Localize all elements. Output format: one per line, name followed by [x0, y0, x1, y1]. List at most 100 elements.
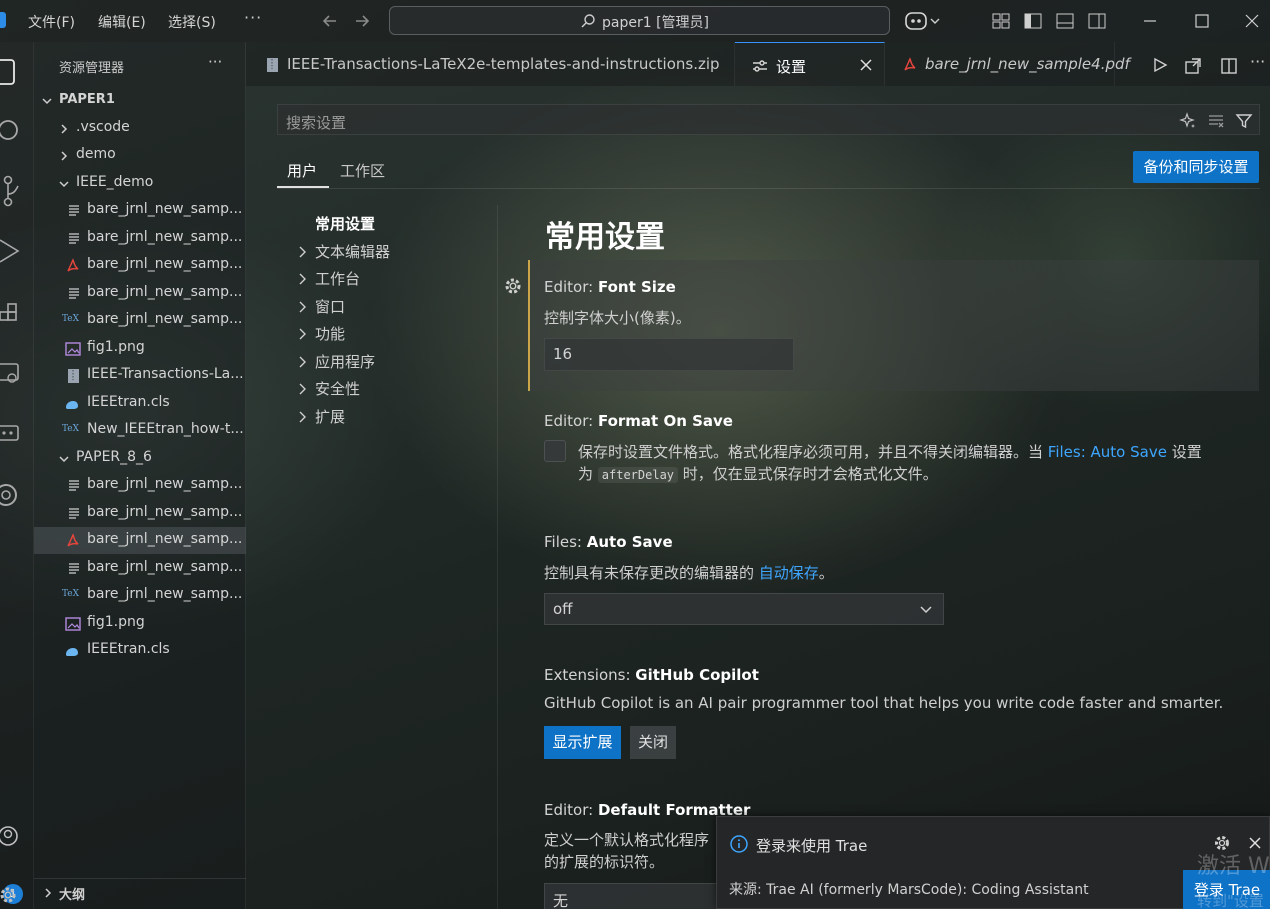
toggle-secondary-sidebar-icon[interactable]: [1087, 11, 1107, 31]
notification-message: 登录来使用 Trae: [756, 837, 868, 855]
forward-arrow-icon[interactable]: [352, 11, 372, 31]
tree-file[interactable]: fig1.png: [34, 335, 246, 362]
tree-item-vscode[interactable]: .vscode: [34, 115, 246, 142]
tree-root-paper1[interactable]: PAPER1: [34, 87, 246, 114]
tree-item-demo[interactable]: demo: [34, 142, 246, 169]
auto-save-link[interactable]: Files: Auto Save: [1048, 443, 1167, 461]
menu-selection[interactable]: 选择(S): [168, 12, 216, 32]
extensions-icon[interactable]: [0, 298, 20, 328]
show-extension-button[interactable]: 显示扩展: [544, 726, 621, 759]
tab-settings[interactable]: 设置: [735, 42, 885, 86]
chevron-down-icon: [919, 604, 933, 616]
tree-file[interactable]: IEEEtran.cls: [34, 390, 246, 417]
title-bar: 文件(F) 编辑(E) 选择(S) ··· paper1 [管理员]: [0, 0, 1270, 42]
explorer-title: 资源管理器: [59, 61, 125, 76]
chevron-right-icon: [298, 328, 308, 340]
source-control-icon[interactable]: [0, 174, 20, 208]
tree-file[interactable]: bare_jrnl_new_samp...: [34, 555, 246, 582]
toggle-primary-sidebar-icon[interactable]: [1023, 11, 1043, 31]
copilot-menu-button[interactable]: [904, 9, 944, 33]
setting-gear-icon[interactable]: [503, 276, 523, 296]
tree-item-paper-8-6[interactable]: PAPER_8_6: [34, 445, 246, 472]
ai-sparkle-icon[interactable]: [1179, 112, 1197, 130]
backup-sync-button[interactable]: 备份和同步设置: [1133, 151, 1259, 183]
tree-file[interactable]: TeX bare_jrnl_new_samp...: [34, 307, 246, 334]
settings-search-placeholder: 搜索设置: [286, 114, 347, 132]
text-file-icon: [67, 286, 81, 300]
outline-section[interactable]: 大纲: [34, 878, 246, 904]
auto-save-doc-link[interactable]: 自动保存: [759, 564, 819, 582]
close-window-icon[interactable]: [1242, 11, 1262, 31]
pdf-file-icon: [65, 533, 81, 549]
explorer-icon[interactable]: [0, 56, 20, 88]
maximize-icon[interactable]: [1192, 11, 1212, 31]
run-debug-icon[interactable]: [0, 236, 20, 266]
filter-icon[interactable]: [1235, 112, 1253, 130]
notification-close-icon[interactable]: [1248, 836, 1262, 850]
tree-file[interactable]: TeX New_IEEEtran_how-t...: [34, 417, 246, 444]
back-arrow-icon[interactable]: [320, 11, 340, 31]
tree-file[interactable]: bare_jrnl_new_samp...: [34, 225, 246, 252]
app-logo-icon: [0, 12, 6, 28]
split-editor-icon[interactable]: [1220, 57, 1238, 75]
customize-layout-icon[interactable]: [991, 11, 1011, 31]
search-sidebar-icon[interactable]: [0, 116, 20, 144]
notification-settings-icon[interactable]: [1213, 834, 1231, 852]
tree-file[interactable]: bare_jrnl_new_samp...: [34, 500, 246, 527]
tree-file[interactable]: IEEEtran.cls: [34, 637, 246, 664]
default-formatter-select[interactable]: 无: [544, 883, 724, 909]
command-center-search[interactable]: paper1 [管理员]: [389, 6, 890, 35]
text-file-icon: [67, 561, 81, 575]
tree-file[interactable]: fig1.png: [34, 610, 246, 637]
format-on-save-checkbox[interactable]: [544, 440, 566, 462]
explorer-more-icon[interactable]: ···: [208, 53, 222, 71]
tree-file[interactable]: IEEE-Transactions-La...: [34, 362, 246, 389]
auto-save-select[interactable]: off: [544, 593, 944, 625]
activity-bar: 1: [0, 42, 34, 909]
tree-file[interactable]: bare_jrnl_new_samp...: [34, 197, 246, 224]
search-icon: [580, 13, 596, 29]
tab-more-icon[interactable]: ···: [1250, 52, 1265, 71]
tex-file-icon: TeX: [62, 589, 80, 599]
tab-user-scope[interactable]: 用户: [287, 160, 317, 181]
manage-gear-icon[interactable]: [0, 880, 20, 909]
account-icon[interactable]: [0, 824, 20, 854]
chevron-right-icon: [298, 246, 308, 258]
info-icon: [729, 834, 749, 854]
tab-zip[interactable]: IEEE-Transactions-LaTeX2e-templates-and-…: [246, 42, 735, 86]
toggle-panel-icon[interactable]: [1055, 11, 1075, 31]
close-tab-icon[interactable]: [859, 58, 873, 72]
tab-pdf[interactable]: bare_jrnl_new_sample4.pdf: [885, 42, 1130, 86]
remote-explorer-icon[interactable]: [0, 358, 20, 388]
chevron-right-icon: [298, 356, 308, 368]
tree-file[interactable]: bare_jrnl_new_samp...: [34, 252, 246, 279]
tab-workspace-scope[interactable]: 工作区: [340, 160, 385, 181]
menu-edit[interactable]: 编辑(E): [98, 12, 146, 32]
chevron-right-icon: [298, 301, 308, 313]
tree-file[interactable]: bare_jrnl_new_samp...: [34, 280, 246, 307]
font-size-input[interactable]: 16: [544, 338, 794, 371]
setting-copilot-desc: GitHub Copilot is an AI pair programmer …: [544, 694, 1224, 712]
tree-file[interactable]: TeX bare_jrnl_new_samp...: [34, 582, 246, 609]
open-preview-icon[interactable]: [1184, 57, 1202, 75]
pdf-icon: [902, 57, 918, 73]
setting-auto-save-desc: 控制具有未保存更改的编辑器的 自动保存。: [544, 564, 834, 582]
tree-file[interactable]: bare_jrnl_new_samp...: [34, 472, 246, 499]
tree-item-ieee-demo[interactable]: IEEE_demo: [34, 170, 246, 197]
zip-icon: [267, 57, 279, 73]
testing-icon[interactable]: [0, 418, 20, 448]
menu-file[interactable]: 文件(F): [28, 12, 75, 32]
settings-search-input[interactable]: 搜索设置: [277, 104, 1260, 135]
toc-item-common[interactable]: 常用设置: [315, 213, 375, 234]
tree-file-selected[interactable]: bare_jrnl_new_samp...: [34, 527, 246, 554]
menu-more-icon[interactable]: ···: [244, 8, 262, 27]
close-button[interactable]: 关闭: [630, 726, 676, 759]
section-title: 常用设置: [545, 220, 665, 255]
setting-font-size-title: Editor: Font Size: [544, 278, 676, 296]
run-icon[interactable]: [1152, 57, 1168, 73]
accounts-sync-icon[interactable]: [0, 480, 20, 510]
minimize-icon[interactable]: [1140, 11, 1160, 31]
clear-filter-icon[interactable]: [1207, 112, 1225, 130]
image-file-icon: [65, 341, 81, 357]
pdf-file-icon: [65, 258, 81, 274]
